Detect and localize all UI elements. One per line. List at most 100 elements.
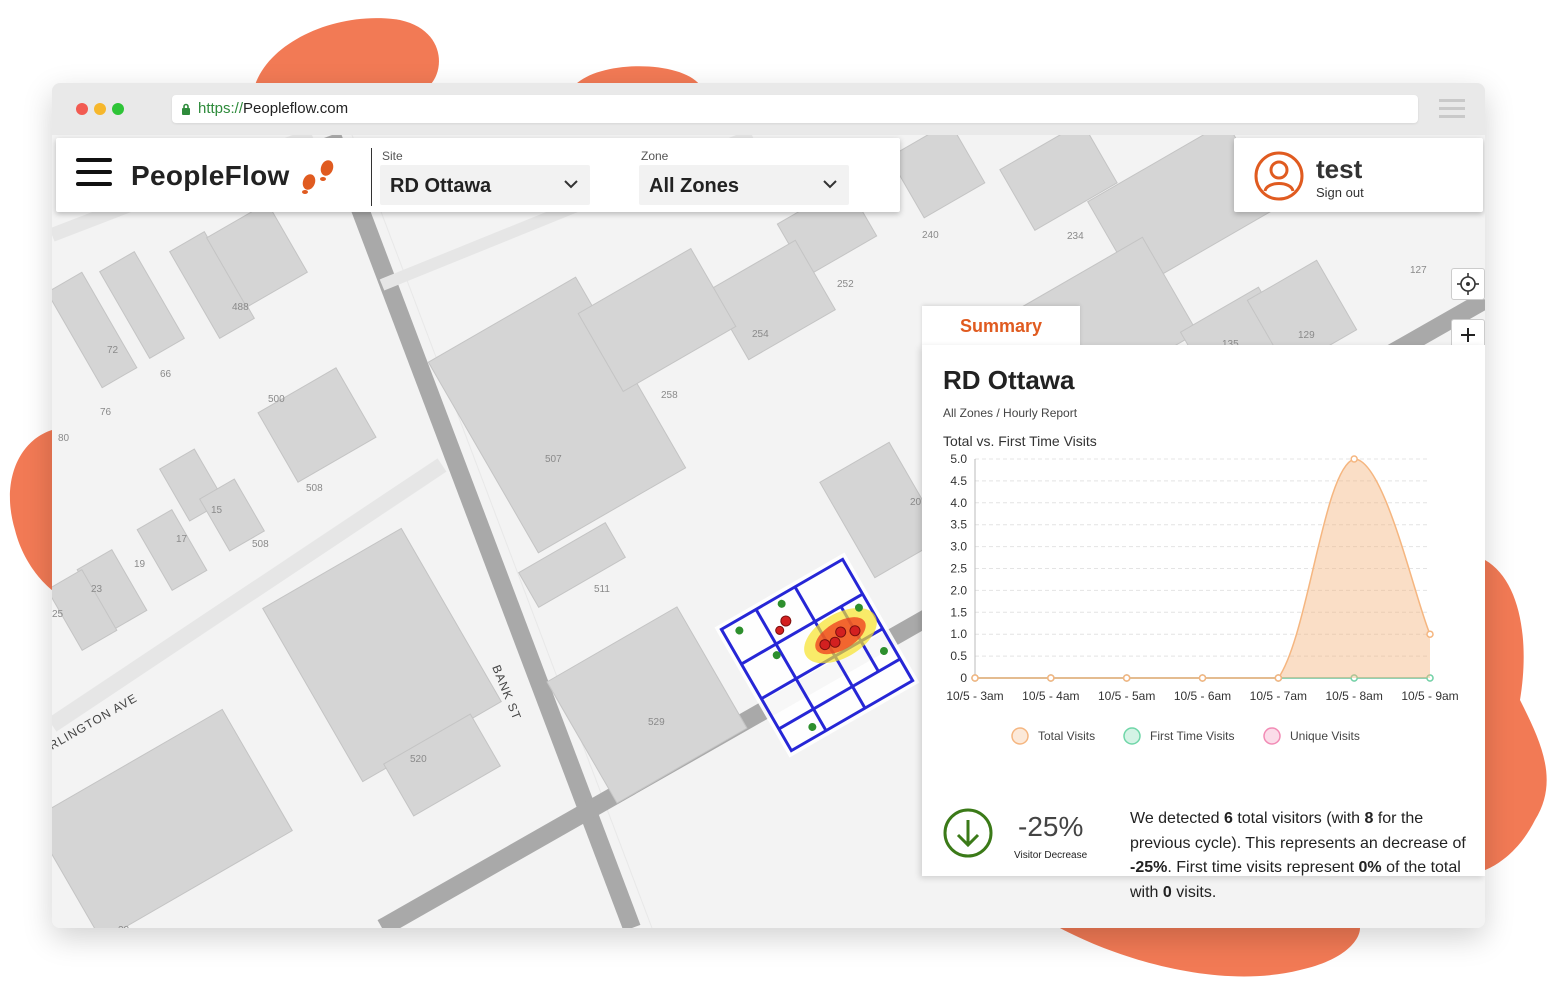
visits-chart: 0 0.5 1.0 1.5 2.0 2.5 3.0 3.5 4.0 4.5 5.0 10/5 - 3a… xyxy=(946,453,1459,745)
svg-text:240: 240 xyxy=(922,230,939,241)
svg-text:129: 129 xyxy=(1298,330,1315,341)
user-menu[interactable]: test Sign out xyxy=(1234,138,1483,212)
x-tick-label: 10/5 - 9am xyxy=(1401,689,1458,703)
svg-text:508: 508 xyxy=(306,483,323,494)
svg-text:507: 507 xyxy=(545,454,562,465)
site-label: Site xyxy=(382,149,403,163)
data-point xyxy=(1426,630,1434,638)
browser-menu-icon[interactable] xyxy=(1439,97,1465,119)
hamburger-menu-icon[interactable] xyxy=(76,158,112,194)
browser-toolbar: https://Peopleflow.com xyxy=(52,83,1485,135)
visitor-change-label: Visitor Decrease xyxy=(1014,850,1088,861)
legend-swatch xyxy=(1263,727,1281,745)
svg-text:76: 76 xyxy=(100,407,112,418)
legend-swatch xyxy=(1011,727,1029,745)
y-tick-label: 0 xyxy=(960,671,967,685)
svg-text:80: 80 xyxy=(58,433,70,444)
svg-text:19: 19 xyxy=(134,559,146,570)
visitor-change-percent: -25% xyxy=(1018,811,1084,842)
data-point xyxy=(1274,674,1283,682)
sign-out-link[interactable]: Sign out xyxy=(1316,185,1364,200)
total-visitors-count: 6 xyxy=(1223,810,1233,827)
svg-text:511: 511 xyxy=(594,584,610,595)
arrow-down-circle-icon xyxy=(943,808,993,858)
y-tick-label: 3.0 xyxy=(950,540,967,554)
svg-text:520: 520 xyxy=(410,754,427,765)
tab-summary[interactable]: Summary xyxy=(922,306,1080,348)
zone-label: Zone xyxy=(641,149,669,163)
x-tick-label: 10/5 - 5am xyxy=(1098,689,1155,703)
svg-text:72: 72 xyxy=(107,345,119,356)
user-name: test xyxy=(1316,154,1363,184)
crosshair-icon xyxy=(1457,273,1479,295)
svg-text:66: 66 xyxy=(160,369,172,380)
y-tick-label: 4.5 xyxy=(950,474,967,488)
locate-button[interactable] xyxy=(1451,268,1485,300)
chevron-down-icon xyxy=(564,180,578,189)
header-divider xyxy=(371,148,372,206)
svg-text:25: 25 xyxy=(52,609,64,620)
y-tick-label: 3.5 xyxy=(950,518,967,532)
y-tick-label: 1.5 xyxy=(950,605,967,619)
site-select-value: RD Ottawa xyxy=(390,175,492,197)
url-text: https://Peopleflow.com xyxy=(198,100,349,117)
summary-text: We detected 6 total visitors (with 8 for… xyxy=(1130,810,1466,901)
legend-item[interactable]: First Time Visits xyxy=(1123,727,1234,745)
legend-label: Unique Visits xyxy=(1290,729,1360,743)
chart-title: Total vs. First Time Visits xyxy=(943,433,1097,449)
svg-text:17: 17 xyxy=(176,534,188,545)
svg-text:254: 254 xyxy=(752,329,769,340)
svg-text:234: 234 xyxy=(1067,231,1084,242)
svg-text:28: 28 xyxy=(118,925,130,928)
app-logo-text: PeopleFlow xyxy=(131,160,290,191)
y-tick-label: 1.0 xyxy=(950,627,967,641)
svg-text:15: 15 xyxy=(211,505,223,516)
x-tick-label: 10/5 - 6am xyxy=(1174,689,1231,703)
svg-text:488: 488 xyxy=(232,302,249,313)
legend-label: Total Visits xyxy=(1038,729,1095,743)
y-tick-label: 2.0 xyxy=(950,583,967,597)
svg-text:252: 252 xyxy=(837,279,854,290)
legend-label: First Time Visits xyxy=(1150,729,1234,743)
decrease-percent: -25% xyxy=(1130,859,1168,876)
svg-text:127: 127 xyxy=(1410,265,1427,276)
svg-text:529: 529 xyxy=(648,717,665,728)
y-tick-label: 4.0 xyxy=(950,496,967,510)
app-header: PeopleFlow Site RD Ottawa Zone All Zones xyxy=(56,138,900,212)
chevron-down-icon xyxy=(823,180,837,189)
data-point xyxy=(1198,674,1207,682)
first-time-percent: 0% xyxy=(1358,859,1382,876)
tab-summary-label: Summary xyxy=(960,316,1043,336)
user-avatar-icon xyxy=(1254,151,1304,201)
svg-text:508: 508 xyxy=(252,539,269,550)
summary-panel: RD Ottawa All Zones / Hourly Report Tota… xyxy=(922,345,1485,901)
zone-select[interactable]: All Zones xyxy=(639,165,849,205)
x-tick-label: 10/5 - 7am xyxy=(1250,689,1307,703)
summary-subtitle: All Zones / Hourly Report xyxy=(943,406,1078,420)
svg-text:258: 258 xyxy=(661,390,678,401)
minimize-window-button[interactable] xyxy=(94,103,106,115)
browser-window: https://Peopleflow.com 240 234 127 252 2… xyxy=(52,83,1485,928)
legend-swatch xyxy=(1123,727,1141,745)
y-tick-label: 5.0 xyxy=(950,453,967,466)
site-select[interactable]: RD Ottawa xyxy=(380,165,590,205)
maximize-window-button[interactable] xyxy=(112,103,124,115)
close-window-button[interactable] xyxy=(76,103,88,115)
data-point xyxy=(1047,674,1055,682)
summary-title: RD Ottawa xyxy=(943,365,1075,395)
svg-text:20: 20 xyxy=(910,497,922,508)
x-tick-label: 10/5 - 4am xyxy=(1022,689,1079,703)
y-tick-label: 0.5 xyxy=(950,649,967,663)
y-tick-label: 2.5 xyxy=(950,562,967,576)
data-point xyxy=(1350,455,1358,463)
data-point xyxy=(971,674,979,682)
svg-text:500: 500 xyxy=(268,394,285,405)
footprints-logo-icon xyxy=(302,160,334,194)
legend-item[interactable]: Total Visits xyxy=(1011,727,1095,745)
x-tick-label: 10/5 - 3am xyxy=(946,689,1003,703)
address-bar[interactable]: https://Peopleflow.com xyxy=(172,95,1418,123)
legend-item[interactable]: Unique Visits xyxy=(1263,727,1360,745)
lock-icon xyxy=(182,103,190,115)
data-point xyxy=(1122,674,1131,682)
x-tick-label: 10/5 - 8am xyxy=(1325,689,1382,703)
